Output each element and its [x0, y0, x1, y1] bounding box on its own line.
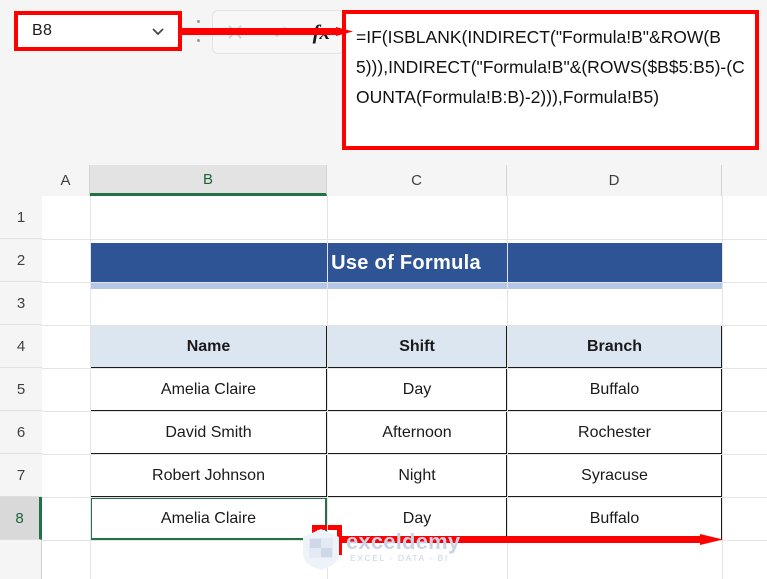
column-header-c[interactable]: C	[327, 165, 507, 196]
gridline-horizontal	[42, 454, 767, 455]
chevron-down-icon[interactable]	[150, 23, 166, 39]
table-row-cell[interactable]: David Smith	[90, 411, 327, 454]
table-cell-value: Buffalo	[589, 509, 640, 527]
table-cell-value: Day	[402, 509, 432, 527]
grid-cells[interactable]: Use of Formula Name Shift Branch Amelia Cla…	[42, 196, 767, 579]
gridline-vertical	[327, 196, 328, 579]
title-banner-cell[interactable]: Use of Formula	[90, 243, 722, 283]
row-header-label: 1	[16, 208, 26, 226]
table-header-label: Branch	[586, 337, 643, 355]
name-box[interactable]: B8	[18, 15, 178, 47]
name-box-highlight: B8	[14, 11, 182, 51]
column-header-label: A	[60, 172, 71, 189]
row-header-label: 3	[16, 294, 26, 312]
table-cell-value: Night	[398, 466, 436, 484]
table-row-cell[interactable]: Robert Johnson	[90, 454, 327, 497]
column-header-b[interactable]: B	[90, 165, 327, 196]
column-header-d[interactable]: D	[507, 165, 722, 196]
column-header-a[interactable]: A	[42, 165, 90, 196]
row-header-8[interactable]: 8	[0, 497, 42, 540]
table-cell-value: Rochester	[578, 423, 651, 441]
gridline-vertical	[722, 196, 723, 579]
table-row-cell[interactable]: Amelia Claire	[90, 368, 327, 411]
column-header-label: B	[202, 170, 213, 188]
table-header-cell[interactable]: Name	[90, 325, 327, 368]
table-row-cell[interactable]: Day	[327, 368, 507, 411]
formula-bar-highlight: =IF(ISBLANK(INDIRECT("Formula!B"&ROW(B5)…	[342, 10, 759, 150]
row-header-label: 4	[16, 337, 26, 355]
table-row-cell[interactable]: Buffalo	[507, 368, 722, 411]
table-row-cell[interactable]: Syracuse	[507, 454, 722, 497]
name-box-value: B8	[32, 22, 53, 39]
row-header-2[interactable]: 2	[0, 239, 42, 282]
table-cell-value: Day	[402, 380, 432, 398]
row-headers: 1 2 3 4 5 6 7 8	[0, 196, 42, 579]
table-header-label: Shift	[399, 337, 435, 355]
worksheet-grid[interactable]: A B C D 1 2 3 4 5 6 7 8 Use of Formula Name Shift Br…	[0, 165, 767, 579]
row-header-label: 7	[16, 466, 26, 484]
gridline-horizontal	[42, 497, 767, 498]
formula-bar-area: B8 fx =IF(ISBLANK(INDIRECT("Formula!B"&R…	[0, 0, 767, 165]
annotation-arrow-drag-right	[330, 534, 723, 545]
table-row-cell[interactable]: Amelia Claire	[90, 497, 327, 540]
row-header-7[interactable]: 7	[0, 454, 42, 497]
row-header-6[interactable]: 6	[0, 411, 42, 454]
table-header-label: Name	[186, 337, 231, 355]
table-row-cell[interactable]: Rochester	[507, 411, 722, 454]
column-header-label: D	[608, 172, 620, 189]
title-banner-accent-strip	[90, 283, 722, 289]
table-cell-value: Afternoon	[382, 423, 452, 441]
table-cell-value: Syracuse	[581, 466, 648, 484]
table-row-cell[interactable]: Afternoon	[327, 411, 507, 454]
row-header-label: 5	[16, 380, 26, 398]
annotation-arrow-to-formula-bar	[178, 27, 353, 36]
title-banner-text: Use of Formula	[331, 251, 481, 274]
gridline-horizontal	[42, 411, 767, 412]
row-header-label: 2	[16, 251, 26, 269]
table-cell-value: Robert Johnson	[152, 466, 265, 484]
row-header-3[interactable]: 3	[0, 282, 42, 325]
gridline-vertical	[90, 196, 91, 579]
formula-input[interactable]: =IF(ISBLANK(INDIRECT("Formula!B"&ROW(B5)…	[346, 14, 755, 146]
row-header-5[interactable]: 5	[0, 368, 42, 411]
gridline-vertical	[507, 196, 508, 579]
gridline-horizontal	[42, 239, 767, 240]
row-header-4[interactable]: 4	[0, 325, 42, 368]
table-cell-value: Amelia Claire	[160, 509, 257, 527]
table-cell-value: David Smith	[165, 423, 252, 441]
gridline-horizontal	[42, 282, 767, 283]
table-cell-value: Buffalo	[589, 380, 640, 398]
row-header-label: 8	[15, 509, 24, 527]
column-header-label: C	[411, 172, 422, 189]
column-headers: A B C D	[0, 165, 767, 197]
gridline-horizontal	[42, 325, 767, 326]
table-row-cell[interactable]: Night	[327, 454, 507, 497]
table-header-cell[interactable]: Branch	[507, 325, 722, 368]
row-header-label: 6	[16, 423, 26, 441]
table-cell-value: Amelia Claire	[160, 380, 257, 398]
table-header-cell[interactable]: Shift	[327, 325, 507, 368]
gridline-horizontal	[42, 368, 767, 369]
row-header-1[interactable]: 1	[0, 196, 42, 239]
